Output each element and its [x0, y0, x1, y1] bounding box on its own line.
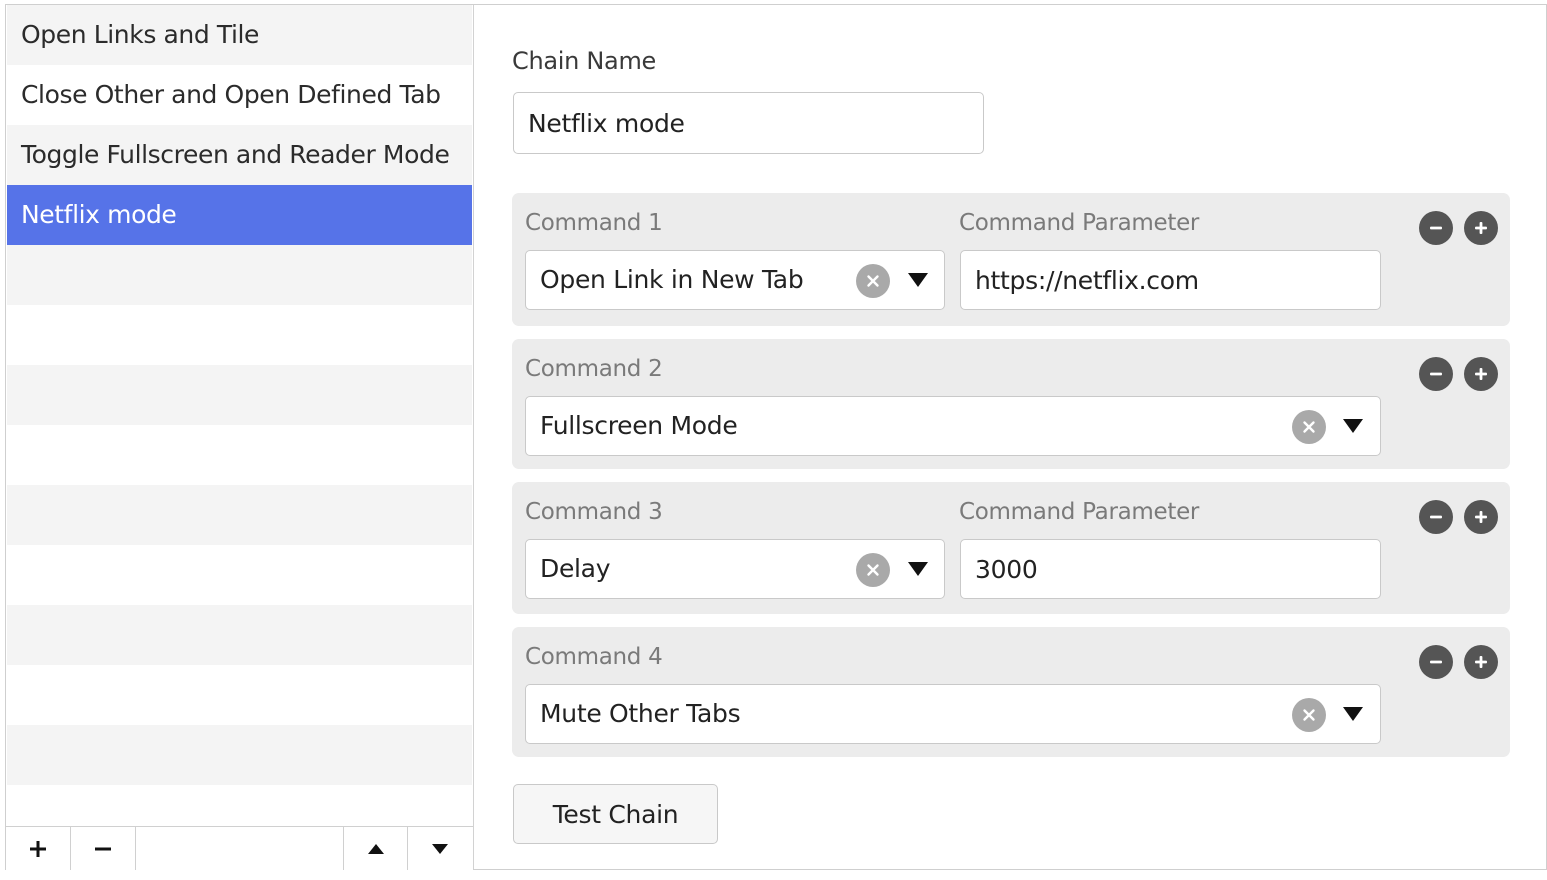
command-label: Command 3 — [525, 499, 663, 525]
empty-list-row — [7, 485, 472, 545]
add-command-button[interactable] — [1464, 211, 1498, 245]
command-parameter-input[interactable] — [960, 539, 1381, 599]
plus-circle-icon — [1475, 511, 1487, 523]
command-label: Command 4 — [525, 644, 663, 670]
command-select-value: Fullscreen Mode — [540, 411, 738, 440]
chain-list-item[interactable]: Toggle Fullscreen and Reader Mode — [7, 125, 472, 185]
remove-command-button[interactable] — [1419, 211, 1453, 245]
chain-list-item[interactable]: Open Links and Tile — [7, 5, 472, 65]
empty-list-row — [7, 785, 472, 826]
add-command-button[interactable] — [1464, 500, 1498, 534]
command-select[interactable]: Delay — [525, 539, 945, 599]
chain-list-item-selected[interactable]: Netflix mode — [7, 185, 472, 245]
chain-list: Open Links and Tile Close Other and Open… — [7, 5, 472, 826]
minus-circle-icon — [1430, 660, 1442, 664]
chevron-down-icon — [1343, 707, 1363, 721]
add-command-button[interactable] — [1464, 645, 1498, 679]
command-parameter-input[interactable] — [960, 250, 1381, 310]
command-select-value: Open Link in New Tab — [540, 265, 804, 294]
add-chain-button[interactable] — [6, 827, 70, 870]
command-panel: Command 1 Command Parameter Open Link in… — [512, 193, 1510, 326]
chevron-down-icon — [908, 562, 928, 576]
command-parameter-label: Command Parameter — [959, 499, 1200, 525]
move-up-button[interactable] — [344, 827, 407, 870]
command-select-value: Mute Other Tabs — [540, 699, 741, 728]
empty-list-row — [7, 365, 472, 425]
remove-command-button[interactable] — [1419, 500, 1453, 534]
add-command-button[interactable] — [1464, 357, 1498, 391]
test-chain-button[interactable]: Test Chain — [513, 784, 718, 844]
empty-list-row — [7, 425, 472, 485]
empty-list-row — [7, 725, 472, 785]
command-select[interactable]: Fullscreen Mode — [525, 396, 1381, 456]
chevron-down-icon — [1343, 419, 1363, 433]
list-toolbar — [6, 826, 473, 870]
clear-selection-button[interactable] — [1292, 698, 1326, 732]
empty-list-row — [7, 545, 472, 605]
clear-selection-button[interactable] — [1292, 410, 1326, 444]
minus-circle-icon — [1430, 372, 1442, 376]
move-down-button[interactable] — [408, 827, 472, 870]
command-label: Command 2 — [525, 356, 663, 382]
command-select-value: Delay — [540, 554, 611, 583]
close-icon — [867, 275, 879, 287]
remove-chain-button[interactable] — [71, 827, 135, 870]
chain-sidebar: Open Links and Tile Close Other and Open… — [6, 5, 474, 870]
plus-circle-icon — [1475, 222, 1487, 234]
chain-name-label: Chain Name — [512, 47, 656, 75]
plus-icon — [30, 840, 46, 857]
command-panel: Command 2 Fullscreen Mode — [512, 339, 1510, 469]
minus-circle-icon — [1430, 515, 1442, 519]
empty-list-row — [7, 605, 472, 665]
empty-list-row — [7, 665, 472, 725]
chain-name-input[interactable] — [513, 92, 984, 154]
plus-circle-icon — [1475, 368, 1487, 380]
remove-command-button[interactable] — [1419, 645, 1453, 679]
minus-icon — [95, 847, 111, 850]
plus-circle-icon — [1475, 656, 1487, 668]
chevron-down-icon — [908, 273, 928, 287]
triangle-down-icon — [432, 843, 448, 854]
clear-selection-button[interactable] — [856, 264, 890, 298]
command-panel: Command 4 Mute Other Tabs — [512, 627, 1510, 757]
empty-list-row — [7, 305, 472, 365]
command-select[interactable]: Open Link in New Tab — [525, 250, 945, 310]
chain-list-item[interactable]: Close Other and Open Defined Tab — [7, 65, 472, 125]
command-parameter-label: Command Parameter — [959, 210, 1200, 236]
empty-list-row — [7, 245, 472, 305]
close-icon — [1303, 709, 1315, 721]
close-icon — [1303, 421, 1315, 433]
clear-selection-button[interactable] — [856, 553, 890, 587]
triangle-up-icon — [367, 843, 384, 854]
remove-command-button[interactable] — [1419, 357, 1453, 391]
command-label: Command 1 — [525, 210, 663, 236]
command-select[interactable]: Mute Other Tabs — [525, 684, 1381, 744]
close-icon — [867, 564, 879, 576]
command-panel: Command 3 Command Parameter Delay — [512, 482, 1510, 614]
minus-circle-icon — [1430, 226, 1442, 230]
options-window: Open Links and Tile Close Other and Open… — [5, 4, 1547, 870]
